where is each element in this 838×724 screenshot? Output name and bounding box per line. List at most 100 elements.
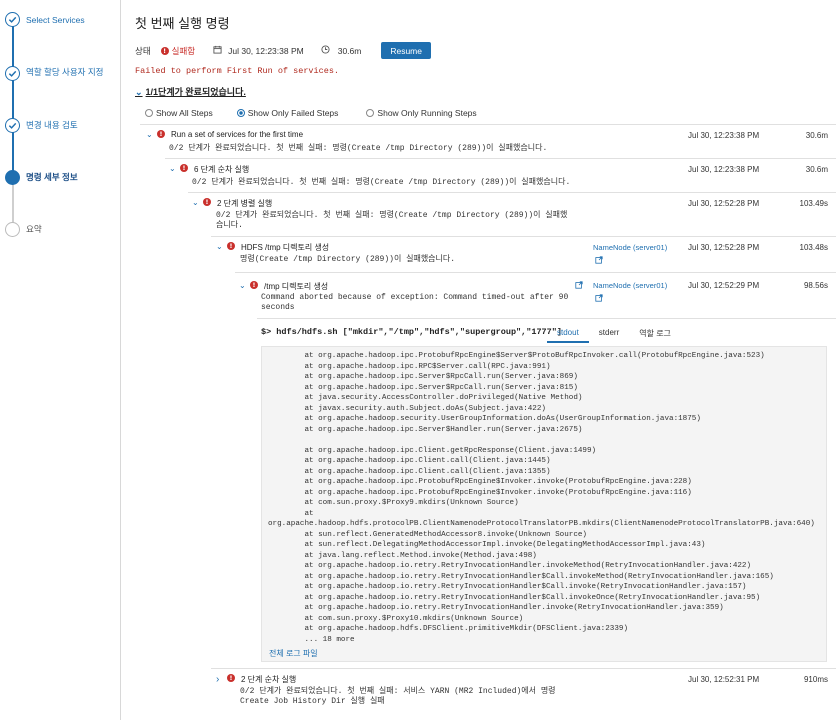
error-icon: ! xyxy=(180,164,188,172)
step-row[interactable]: ⌄ ! Run a set of services for the first … xyxy=(146,130,303,139)
step-subtitle: 0/2 단계가 완료되었습니다. 첫 번째 실패: 서비스 YARN (MR2 … xyxy=(240,687,556,696)
filter-show-failed[interactable]: Show Only Failed Steps xyxy=(236,108,338,118)
log-line: at xyxy=(268,509,314,518)
step-row[interactable]: ⌄ ! 2 단계 병렬 실행 xyxy=(192,198,272,209)
log-line: at org.apache.hadoop.io.retry.RetryInvoc… xyxy=(268,572,774,581)
tab-stderr[interactable]: stderr xyxy=(589,328,629,343)
log-line: at java.lang.reflect.Method.invoke(Metho… xyxy=(268,551,537,560)
divider xyxy=(211,236,836,237)
step-date: Jul 30, 12:23:38 PM xyxy=(688,165,760,174)
command-duration: 30.6m xyxy=(337,45,362,56)
chevron-down-icon: ⌄ xyxy=(216,242,223,251)
filter-show-all[interactable]: Show All Steps xyxy=(145,108,213,118)
host-link[interactable]: NameNode (server01) xyxy=(593,243,667,252)
log-line: at com.sun.proxy.$Proxy9.mkdirs(Unknown … xyxy=(268,499,519,507)
check-icon xyxy=(5,118,20,133)
step-title: HDFS /tmp 디렉토리 생성 xyxy=(241,243,330,252)
error-icon: ! xyxy=(160,46,169,55)
step-date: Jul 30, 12:23:38 PM xyxy=(688,131,760,140)
log-line: at sun.reflect.DelegatingMethodAccessorI… xyxy=(268,541,706,549)
step-date: Jul 30, 12:52:31 PM xyxy=(688,675,760,684)
log-line: at org.apache.hadoop.hdfs.DFSClient.prim… xyxy=(268,625,629,633)
check-icon xyxy=(5,12,20,27)
step-duration: 30.6m xyxy=(805,131,828,140)
log-line: at org.apache.hadoop.ipc.Client.call(Cli… xyxy=(268,467,551,476)
step-subtitle-cont: 습니다. xyxy=(216,221,243,230)
external-link-icon[interactable] xyxy=(575,281,583,291)
page-title: 첫 번째 실행 명령 xyxy=(135,16,230,31)
command-line: $> hdfs/hdfs.sh ["mkdir","/tmp","hdfs","… xyxy=(261,327,562,337)
progress-line xyxy=(12,24,14,174)
log-line: at org.apache.hadoop.ipc.ProtobufRpcEngi… xyxy=(268,488,692,497)
step-date: Jul 30, 12:52:29 PM xyxy=(688,281,760,290)
log-line: at org.apache.hadoop.ipc.ProtobufRpcEngi… xyxy=(268,478,692,486)
host-link[interactable]: NameNode (server01) xyxy=(593,281,667,290)
step-subtitle: 0/2 단계가 완료되었습니다. 첫 번째 실패: 명령(Create /tmp… xyxy=(192,178,571,187)
step-row[interactable]: ⌄ ! 6 단계 순차 실행 xyxy=(169,164,249,175)
step-duration: 103.48s xyxy=(799,243,828,252)
step-title: 2 단계 순차 실행 xyxy=(241,675,297,684)
step-row[interactable]: ⌄ ! HDFS /tmp 디렉토리 생성 xyxy=(216,242,329,253)
external-link-icon[interactable] xyxy=(595,256,603,266)
step-date: Jul 30, 12:52:28 PM xyxy=(688,199,760,208)
progress-line-pending xyxy=(12,184,14,224)
log-line: at org.apache.hadoop.security.UserGroupI… xyxy=(268,415,701,423)
step-subtitle: 0/2 단계가 완료되었습니다. 첫 번째 실패: 명령(Create /tmp… xyxy=(169,144,548,153)
chevron-down-icon: ⌄ xyxy=(192,198,199,207)
sidebar-step-label: 역할 할당 사용자 지정 xyxy=(26,67,104,77)
status-value: 실패함 xyxy=(171,45,196,56)
log-line: at org.apache.hadoop.ipc.ProtobufRpcEngi… xyxy=(268,352,765,360)
step-row[interactable]: ⌄ ! /tmp 디렉토리 생성 xyxy=(239,281,328,292)
step-subtitle: 명령(Create /tmp Directory (289))이 실패했습니다. xyxy=(240,255,456,264)
step-row[interactable]: › ! 2 단계 순차 실행 xyxy=(216,674,296,685)
log-line: at org.apache.hadoop.io.retry.RetryInvoc… xyxy=(268,604,724,612)
step-filter-group: Show All Steps Show Only Failed Steps Sh… xyxy=(145,108,477,118)
log-line: ... 18 more xyxy=(268,635,355,644)
step-subtitle-cont: seconds xyxy=(261,303,295,312)
calendar-icon xyxy=(213,45,222,56)
radio-selected-icon xyxy=(236,109,245,117)
step-duration: 910ms xyxy=(803,675,828,684)
log-line: at org.apache.hadoop.ipc.Server$RpcCall.… xyxy=(268,383,578,392)
log-lines: at org.apache.hadoop.ipc.ProtobufRpcEngi… xyxy=(268,351,820,645)
chevron-right-icon: › xyxy=(216,674,220,685)
tab-stdout[interactable]: stdout xyxy=(547,328,589,343)
pending-step-icon xyxy=(5,222,20,237)
status-label: 상태 xyxy=(135,45,151,56)
sidebar-step-label: Select Services xyxy=(26,15,85,25)
divider xyxy=(165,158,836,159)
sidebar-step-label: 명령 세부 정보 xyxy=(26,172,78,182)
chevron-down-icon: ⌄ xyxy=(146,130,153,139)
steps-completed-toggle[interactable]: ⌄ 1/1단계가 완료되었습니다. xyxy=(135,85,246,98)
log-line: at com.sun.proxy.$Proxy10.mkdirs(Unknown… xyxy=(268,614,524,623)
error-icon: ! xyxy=(227,674,235,682)
divider xyxy=(211,668,836,669)
log-line: org.apache.hadoop.hdfs.protocolPB.Client… xyxy=(268,520,815,528)
command-meta: 상태 ! 실패함 Jul 30, 12:23:38 PM 30.6m Resum… xyxy=(135,42,431,59)
log-line: at java.security.AccessController.doPriv… xyxy=(268,394,583,402)
external-link-icon[interactable] xyxy=(595,294,603,304)
full-log-link[interactable]: 전체 로그 파일 xyxy=(269,648,318,659)
tab-role-log[interactable]: 역할 로그 xyxy=(629,328,681,343)
divider xyxy=(188,192,836,193)
log-tabs: stdout stderr 역할 로그 xyxy=(547,328,681,343)
log-line: at org.apache.hadoop.ipc.Client.getRpcRe… xyxy=(268,446,597,455)
failure-message: Failed to perform First Run of services. xyxy=(135,66,340,76)
filter-show-running[interactable]: Show Only Running Steps xyxy=(366,108,477,118)
log-line: at sun.reflect.GeneratedMethodAccessor8.… xyxy=(268,530,587,539)
sidebar-step-label: 변경 내용 검토 xyxy=(26,120,78,130)
resume-button[interactable]: Resume xyxy=(381,42,431,59)
step-duration: 30.6m xyxy=(805,165,828,174)
log-line: at org.apache.hadoop.ipc.Client.call(Cli… xyxy=(268,457,551,465)
clock-icon xyxy=(321,45,330,56)
command-details-panel: 첫 번째 실행 명령 상태 ! 실패함 Jul 30, 12:23:38 PM … xyxy=(121,0,838,720)
wizard-sidebar: Select Services 역할 할당 사용자 지정 변경 내용 검토 명령… xyxy=(0,0,121,720)
step-subtitle: Command aborted because of exception: Co… xyxy=(261,293,569,302)
log-line: at org.apache.hadoop.ipc.Server$Handler.… xyxy=(268,425,583,434)
step-duration: 98.56s xyxy=(803,281,828,290)
log-line: at org.apache.hadoop.ipc.RPC$Server.call… xyxy=(268,362,551,371)
check-icon xyxy=(5,66,20,81)
log-output[interactable]: at org.apache.hadoop.ipc.ProtobufRpcEngi… xyxy=(261,346,827,662)
step-subtitle-cont: Create Job History Dir 실행 실패 xyxy=(240,697,385,706)
